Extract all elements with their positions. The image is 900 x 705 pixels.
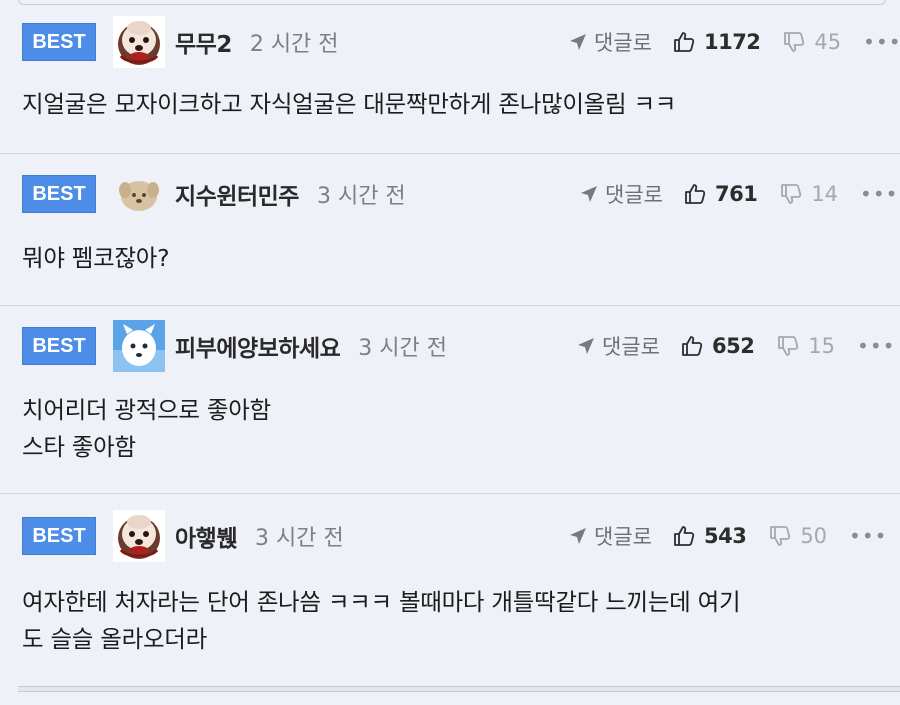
- thumbs-down-icon: [779, 182, 803, 206]
- timestamp: 3 시간 전: [358, 336, 447, 361]
- timestamp: 3 시간 전: [254, 526, 344, 551]
- thumbs-up-icon: [680, 334, 704, 358]
- thumbs-up-icon: [672, 30, 696, 54]
- avatar[interactable]: [113, 320, 165, 372]
- like-button[interactable]: 652: [680, 334, 755, 358]
- reply-arrow-icon: [579, 184, 599, 204]
- dislike-count: 15: [808, 334, 836, 358]
- comment-body: 지얼굴은 모자이크하고 자식얼굴은 대문짝만하게 존나많이올림 ㅋㅋ: [22, 86, 880, 123]
- comment-text-line: 여자한테 처자라는 단어 존나씀 ㅋㅋㅋ 볼때마다 개틀딱같다 느끼는데 여기: [22, 588, 741, 616]
- list-bottom-divider: [18, 686, 900, 692]
- comment-item: BEST 피부에양보하세요 3 시간 전 댓글로 652 15 ••• 치어리더…: [0, 306, 900, 494]
- best-badge: BEST: [22, 175, 96, 213]
- reply-arrow-icon: [576, 336, 596, 356]
- avatar[interactable]: [113, 168, 165, 220]
- like-count: 652: [711, 334, 755, 358]
- reply-button[interactable]: 댓글로: [568, 27, 652, 57]
- like-count: 543: [703, 524, 747, 548]
- dislike-count: 45: [814, 30, 842, 54]
- dislike-button[interactable]: 14: [779, 182, 838, 206]
- thumbs-down-icon: [782, 30, 806, 54]
- comment-body: 치어리더 광적으로 좋아함 스타 좋아함: [22, 392, 880, 466]
- timestamp: 3 시간 전: [316, 184, 406, 209]
- thumbs-up-icon: [683, 182, 707, 206]
- comment-body: 뭐야 펨코잖아?: [22, 240, 880, 277]
- reply-label: 댓글로: [594, 31, 652, 55]
- dislike-button[interactable]: 45: [782, 30, 841, 54]
- comment-body: 여자한테 처자라는 단어 존나씀 ㅋㅋㅋ 볼때마다 개틀딱같다 느끼는데 여기 …: [22, 584, 880, 658]
- nickname[interactable]: 지수윈터민주: [175, 177, 299, 211]
- like-count: 761: [714, 182, 758, 206]
- nickname[interactable]: 피부에양보하세요: [175, 329, 341, 363]
- nickname[interactable]: 아햏붽: [175, 519, 237, 553]
- more-dots-icon[interactable]: •••: [857, 334, 895, 358]
- like-button[interactable]: 1172: [672, 30, 761, 54]
- more-dots-icon[interactable]: •••: [860, 182, 898, 206]
- thumbs-down-icon: [768, 524, 792, 548]
- comment-item: BEST 무무2 2 시간 전 댓글로 1172 45 ••• 지얼굴은 모자이…: [0, 0, 900, 154]
- comment-text-line: 치어리더 광적으로 좋아함: [22, 396, 271, 424]
- reply-arrow-icon: [568, 32, 588, 52]
- thumbs-down-icon: [776, 334, 800, 358]
- best-badge: BEST: [22, 23, 96, 61]
- comment-text-line: 지얼굴은 모자이크하고 자식얼굴은 대문짝만하게 존나많이올림 ㅋㅋ: [22, 90, 677, 118]
- reply-label: 댓글로: [605, 183, 663, 207]
- reply-label: 댓글로: [594, 525, 652, 549]
- timestamp: 2 시간 전: [249, 32, 339, 57]
- best-badge: BEST: [22, 517, 96, 555]
- comment-text-line: 스타 좋아함: [22, 433, 136, 461]
- more-dots-icon[interactable]: •••: [849, 524, 887, 548]
- dislike-count: 50: [800, 524, 828, 548]
- best-badge: BEST: [22, 327, 96, 365]
- comment-item: BEST 아햏붽 3 시간 전 댓글로 543 50 ••• 여자한테 처자라는…: [0, 494, 900, 686]
- comment-text-line: 도 슬슬 올라오더라: [22, 625, 207, 653]
- avatar[interactable]: [113, 510, 165, 562]
- like-button[interactable]: 761: [683, 182, 758, 206]
- comment-item: BEST 지수윈터민주 3 시간 전 댓글로 761 14 ••• 뭐야 펨코잖…: [0, 154, 900, 306]
- nickname[interactable]: 무무2: [175, 25, 232, 59]
- reply-button[interactable]: 댓글로: [568, 521, 652, 551]
- thumbs-up-icon: [672, 524, 696, 548]
- reply-arrow-icon: [568, 526, 588, 546]
- comment-text-line: 뭐야 펨코잖아?: [22, 244, 170, 272]
- avatar[interactable]: [113, 16, 165, 68]
- like-count: 1172: [703, 30, 761, 54]
- reply-label: 댓글로: [602, 335, 660, 359]
- reply-button[interactable]: 댓글로: [579, 179, 663, 209]
- reply-button[interactable]: 댓글로: [576, 331, 660, 361]
- like-button[interactable]: 543: [672, 524, 747, 548]
- dislike-button[interactable]: 50: [768, 524, 827, 548]
- more-dots-icon[interactable]: •••: [863, 30, 900, 54]
- dislike-count: 14: [811, 182, 839, 206]
- dislike-button[interactable]: 15: [776, 334, 835, 358]
